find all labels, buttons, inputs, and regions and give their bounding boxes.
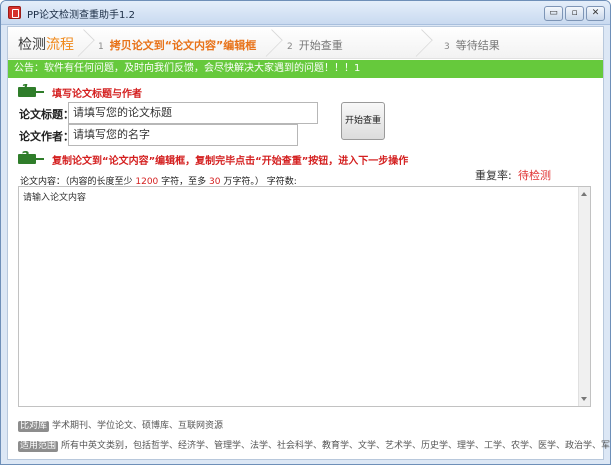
author-field-label: 论文作者： [19,130,74,143]
app-window: PP论文检测查重助手1.2 ▭ ▫ ✕ 检测流程 1 拷贝论文到“论文内容”编辑框… [0,0,611,465]
title-input[interactable]: 请填写您的论文标题 [68,102,318,124]
step-label: 等待结果 [455,39,500,52]
step-2: 2 开始查重 [287,37,343,53]
author-input[interactable]: 请填写您的名字 [68,124,298,146]
step-1: 1 拷贝论文到“论文内容”编辑框 [98,37,256,53]
step-label: 开始查重 [298,39,343,52]
editor-placeholder: 请输入论文内容 [23,193,87,203]
window-title: PP论文检测查重助手1.2 [27,10,135,21]
start-check-button[interactable]: 开始查重 [341,102,385,140]
scope-tag: 适用范围 [18,441,59,452]
scope-text: 所有中英文类别，包括哲学、经济学、管理学、法学、社会科学、教育学、文学、艺术学、… [61,441,611,451]
step-number: 2 [287,42,293,52]
step-divider-icon [405,29,433,57]
section-title-copy-content: 复制论文到“论文内容”编辑框，复制完毕点击“开始查重”按钮，进入下一步操作 [52,156,409,167]
scroll-down-icon[interactable] [581,397,587,401]
app-logo-icon [8,6,21,19]
duplication-rate-value: 待检测 [518,169,551,182]
step-header: 检测流程 1 拷贝论文到“论文内容”编辑框 2 开始查重 3 等待结果 [8,27,603,59]
maximize-button[interactable]: ▫ [565,6,584,21]
badge-number: 2 [21,149,30,163]
close-button[interactable]: ✕ [586,6,605,21]
step-badge-2-icon: 2 [18,149,44,164]
step-number: 3 [444,42,450,52]
editor-scrollbar[interactable] [578,187,590,406]
steps-title-main: 检测 [18,37,46,53]
badge-number: 1 [21,82,30,96]
announcement-bar: 公告：软件有任何问题，及时向我们反馈，会尽快解决大家遇到的问题！！！1 [8,60,603,78]
compare-library-row: 比对库 学术期刊、学位论文、硕博库、互联网资源 [18,418,223,432]
step-badge-1-icon: 1 [18,82,44,97]
step-3: 3 等待结果 [444,37,500,53]
duplication-rate-label: 重复率: [475,169,512,182]
main-panel: 检测流程 1 拷贝论文到“论文内容”编辑框 2 开始查重 3 等待结果 公告：软件有任… [7,26,610,460]
scroll-up-icon[interactable] [581,192,587,196]
title-field-label: 论文标题： [19,108,74,121]
step-label: 拷贝论文到“论文内容”编辑框 [109,39,257,52]
compare-library-text: 学术期刊、学位论文、硕博库、互联网资源 [52,421,224,431]
minimize-button[interactable]: ▭ [544,6,563,21]
steps-title: 检测流程 [18,34,74,54]
title-bar[interactable]: PP论文检测查重助手1.2 ▭ ▫ ✕ [1,1,610,25]
step-number: 1 [98,42,104,52]
section-title-fill-info: 填写论文标题与作者 [52,89,142,100]
step-divider-icon [255,29,283,57]
content-editor[interactable]: 请输入论文内容 [18,186,591,407]
compare-library-tag: 比对库 [18,421,50,432]
scope-row: 适用范围 所有中英文类别，包括哲学、经济学、管理学、法学、社会科学、教育学、文学、… [18,438,611,452]
